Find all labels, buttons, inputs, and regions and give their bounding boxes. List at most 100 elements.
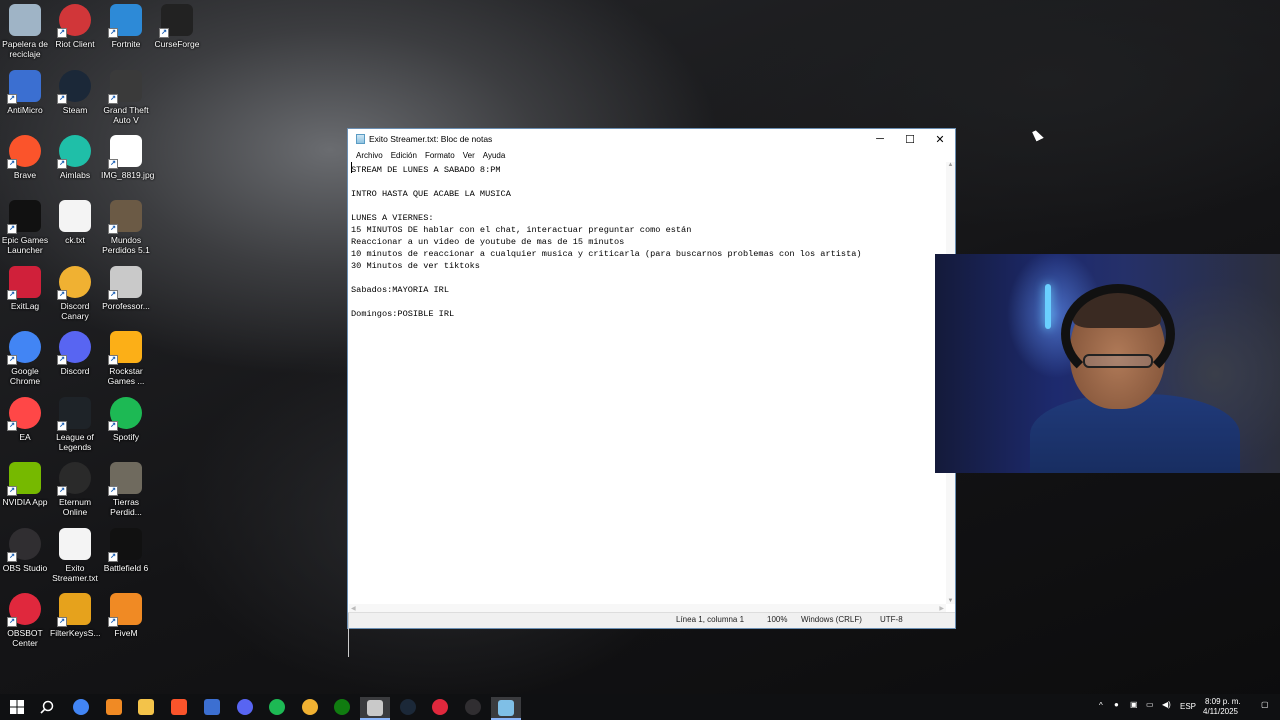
desktop-shortcut[interactable]: ↗ Riot Client [50,0,100,49]
taskbar-app[interactable] [360,697,390,720]
taskbar-app[interactable] [262,697,292,717]
desktop-shortcut[interactable]: ↗ OBS Studio [0,524,50,573]
desktop-shortcut[interactable]: ↗ NVIDIA App [0,458,50,507]
desktop-shortcut[interactable]: ↗ AntiMicro [0,66,50,115]
start-button[interactable] [2,697,32,717]
desktop-shortcut[interactable]: ↗ IMG_8819.jpg [101,131,154,180]
aimlabs-icon: ↗ [57,135,91,169]
status-divider [348,613,349,624]
desktop-shortcut[interactable]: ↗ Fortnite [101,0,151,49]
desktop-shortcut[interactable]: ↗ League of Legends [50,393,100,452]
taskbar-app[interactable] [99,697,129,717]
shortcut-arrow-icon: ↗ [7,617,17,627]
taskbar-app[interactable] [131,697,161,717]
line-ending: Windows (CRLF) [801,615,862,624]
desktop-shortcut[interactable]: Papelera de reciclaje [0,0,50,59]
desktop-shortcut-label: Discord Canary [60,301,90,321]
shortcut-arrow-icon: ↗ [7,486,17,496]
notifications-icon[interactable]: ▢ [1261,700,1269,709]
epic-games-icon: ↗ [7,200,41,234]
desktop-shortcut[interactable]: Exito Streamer.txt [50,524,100,583]
desktop-shortcut[interactable]: ↗ Steam [50,66,100,115]
menu-ver[interactable]: Ver [459,149,479,162]
desktop-shortcut[interactable]: ↗ Mundos Perdidos 5.1 [101,196,151,255]
desktop-shortcut[interactable]: ↗ Porofessor... [101,262,151,311]
antimicro-icon: ↗ [7,70,41,104]
desktop-shortcut[interactable]: ↗ FiveM [101,589,151,638]
notepad-window[interactable]: Exito Streamer.txt: Bloc de notas ─ ☐ ✕ … [347,128,956,657]
desktop-shortcut[interactable]: ↗ EA [0,393,50,442]
notepad-titlebar[interactable]: Exito Streamer.txt: Bloc de notas ─ ☐ ✕ [348,129,955,149]
desktop-shortcut[interactable]: ↗ OBSBOT Center [0,589,50,648]
menu-ayuda[interactable]: Ayuda [479,149,510,162]
text-line: Domingos:POSIBLE IRL [351,309,455,319]
notepad-plus-icon [204,699,220,715]
taskbar-app[interactable] [393,697,423,717]
taskbar-app[interactable] [458,697,488,717]
desktop-shortcut[interactable]: ↗ FilterKeysS... [50,589,101,638]
desktop-shortcut[interactable]: ck.txt [50,196,100,245]
network-icon[interactable]: ▭ [1146,700,1154,709]
desktop-shortcut[interactable]: ↗ Battlefield 6 [101,524,151,573]
shortcut-arrow-icon: ↗ [57,486,67,496]
desktop-shortcut-label: Aimlabs [59,170,91,180]
taskbar-app[interactable] [197,697,227,717]
porofessor-icon: ↗ [108,266,142,300]
taskbar-app[interactable] [491,697,521,720]
obs-icon [465,699,481,715]
tray-app-icon[interactable]: ▣ [1130,700,1138,709]
menu-archivo[interactable]: Archivo [352,149,387,162]
volume-icon[interactable]: ◀) [1162,700,1171,709]
taskbar-app[interactable] [66,697,96,717]
desktop-shortcut[interactable]: ↗ Aimlabs [50,131,100,180]
clock-time[interactable]: 8:09 p. m. [1205,697,1241,706]
clock-date[interactable]: 4/11/2025 [1203,707,1238,716]
led-light [1045,284,1051,329]
scroll-right-icon[interactable]: ▶ [939,605,944,612]
maximize-button[interactable]: ☐ [895,129,925,149]
text-line: 30 Minutos de ver tiktoks [351,261,480,271]
desktop-shortcut[interactable]: ↗ CurseForge [152,0,202,49]
taskbar-app[interactable] [295,697,325,717]
desktop-shortcut-label: Grand Theft Auto V [103,105,149,125]
close-button[interactable]: ✕ [925,129,955,149]
language-indicator[interactable]: ESP [1180,702,1196,711]
search-button[interactable] [32,697,62,717]
chevron-up-icon[interactable]: ^ [1099,701,1103,710]
minimize-button[interactable]: ─ [865,129,895,149]
scroll-up-icon[interactable]: ▲ [946,162,955,168]
desktop-shortcut[interactable]: ↗ ExitLag [0,262,50,311]
desktop-shortcut-label: OBSBOT Center [7,628,43,648]
taskbar-app[interactable] [425,697,455,717]
discord-icon [237,699,253,715]
menu-formato[interactable]: Formato [421,149,459,162]
file-explorer-icon [138,699,154,715]
desktop-shortcut[interactable]: ↗ Google Chrome [0,327,50,386]
webcam-overlay [935,254,1280,473]
desktop-shortcut[interactable]: ↗ Tierras Perdid... [101,458,151,517]
shortcut-arrow-icon: ↗ [7,224,17,234]
taskbar-app[interactable] [327,697,357,717]
desktop-shortcut[interactable]: ↗ Brave [0,131,50,180]
text-editor[interactable]: STREAM DE LUNES A SABADO 8:PM INTRO HASTA… [349,162,946,604]
desktop-shortcut-label: ExitLag [10,301,40,311]
scroll-left-icon[interactable]: ◀ [351,605,356,612]
menu-edicion[interactable]: Edición [387,149,421,162]
desktop-shortcut[interactable]: ↗ Rockstar Games ... [101,327,151,386]
taskbar-app[interactable] [230,697,260,717]
text-line [351,296,946,308]
desktop-shortcut[interactable]: ↗ Grand Theft Auto V [101,66,151,125]
encoding: UTF-8 [880,615,903,624]
desktop-shortcut[interactable]: ↗ Spotify [101,393,151,442]
text-file-icon [59,528,91,560]
scroll-down-icon[interactable]: ▼ [946,598,955,604]
desktop-shortcut[interactable]: ↗ Discord [50,327,100,376]
obs-icon: ↗ [7,528,41,562]
desktop-shortcut[interactable]: ↗ Epic Games Launcher [0,196,50,255]
microphone-icon[interactable]: ● [1114,700,1119,709]
shortcut-arrow-icon: ↗ [108,28,118,38]
taskbar-app[interactable] [164,697,194,717]
desktop-shortcut[interactable]: ↗ Eternum Online [50,458,100,517]
desktop-shortcut[interactable]: ↗ Discord Canary [50,262,100,321]
notepad-icon [498,699,514,716]
